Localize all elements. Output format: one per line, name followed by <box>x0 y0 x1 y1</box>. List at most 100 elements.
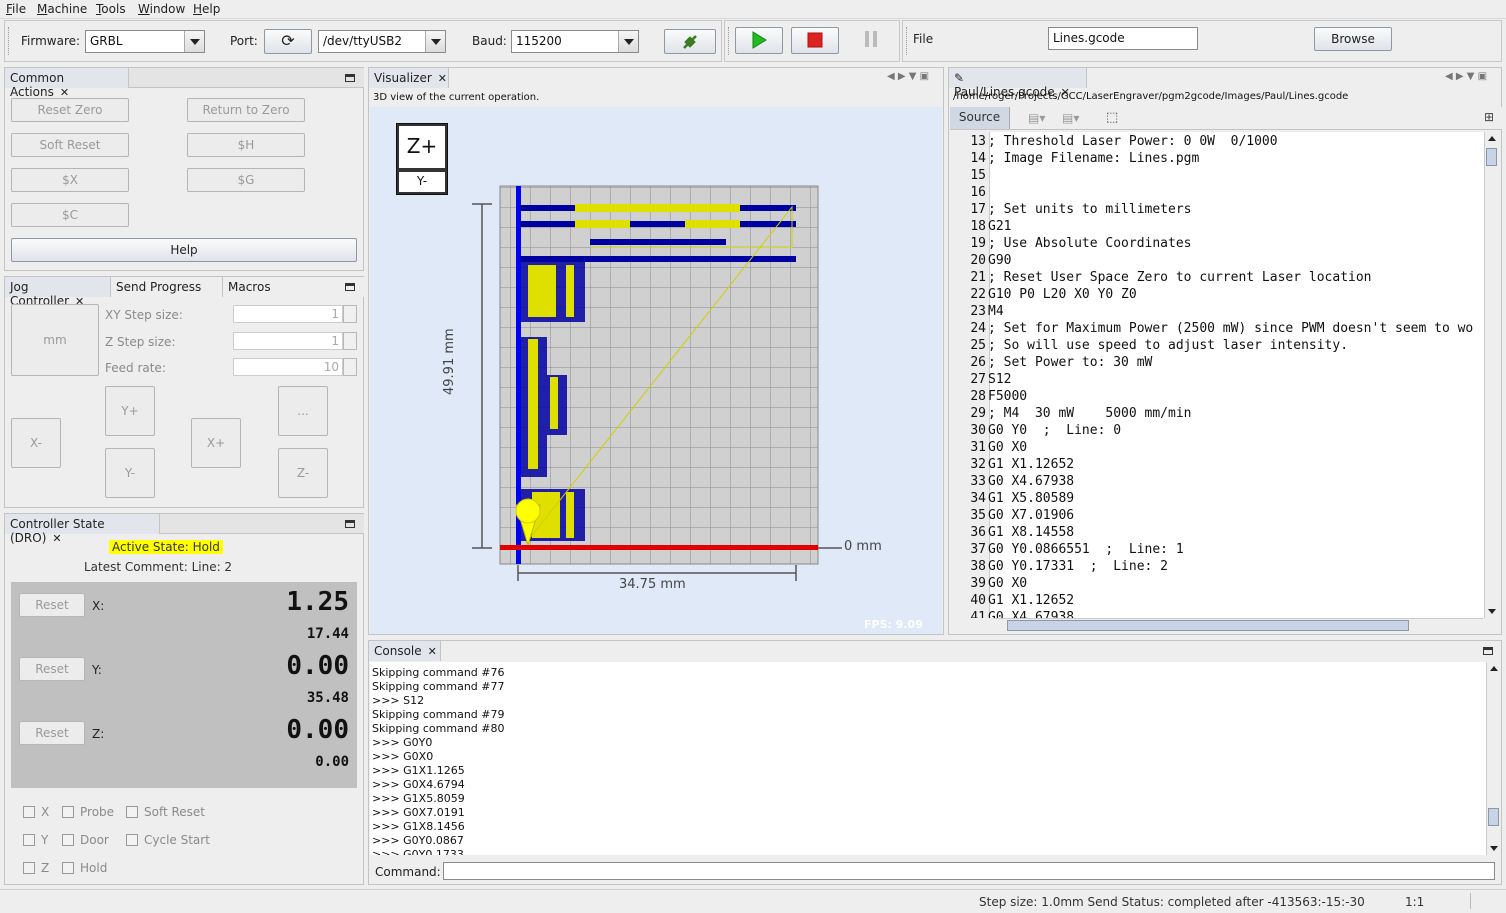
minimize-icon[interactable] <box>345 74 355 82</box>
line-number: 25 <box>970 338 986 353</box>
line-number: 29 <box>970 406 986 421</box>
latest-comment: Latest Comment: Line: 2 <box>84 560 233 574</box>
tab-send-progress[interactable]: Send Progress <box>111 277 223 297</box>
gcode-state-button[interactable]: $G <box>187 168 305 192</box>
homing-button[interactable]: $H <box>187 133 305 157</box>
console-line: Skipping command #79 <box>372 708 505 721</box>
tab-jog-controller[interactable]: Jog Controller ✕ <box>5 277 111 308</box>
stop-button[interactable] <box>791 27 839 54</box>
z-step-spinner[interactable] <box>343 332 357 350</box>
close-icon[interactable]: ✕ <box>52 532 61 545</box>
console-line: >>> G0X4.6794 <box>372 778 465 791</box>
units-toggle-button[interactable]: mm <box>11 304 99 376</box>
line-number: 39 <box>970 576 986 591</box>
tab-gcode-file[interactable]: ✎ Paul/Lines.gcode ✕ <box>949 68 1087 99</box>
browse-button[interactable]: Browse <box>1314 27 1392 51</box>
console-output[interactable]: Skipping command #76 Skipping command #77… <box>370 662 1486 855</box>
play-icon <box>752 31 767 49</box>
editor-horizontal-scrollbar[interactable] <box>993 618 1483 632</box>
help-button[interactable]: Help <box>11 238 357 262</box>
minimize-icon[interactable] <box>345 520 355 528</box>
return-to-zero-button[interactable]: Return to Zero <box>187 98 305 122</box>
dro-readout: Reset X: 1.25 17.44 Reset Y: 0.00 35.48 … <box>11 582 357 788</box>
baud-select[interactable]: 115200 <box>511 30 639 53</box>
line-number: 38 <box>970 559 986 574</box>
history-back-icon[interactable]: ▤▾ <box>1028 111 1045 125</box>
feed-rate-spinner[interactable] <box>343 358 357 376</box>
console-line: Skipping command #80 <box>372 722 505 735</box>
tab-common-actions[interactable]: Common Actions ✕ <box>5 68 129 99</box>
editor-panel: ✎ Paul/Lines.gcode ✕ ◀ ▶ ▼ ▣ /home/roger/… <box>948 67 1502 635</box>
reset-zero-button[interactable]: Reset Zero <box>11 98 129 122</box>
code-line: 32 G1 X1.12652 <box>950 456 1473 473</box>
jog-y-minus-button[interactable]: Y- <box>105 448 155 498</box>
jog-z-minus-button[interactable]: Z- <box>278 448 328 498</box>
command-label: Command: <box>375 865 441 879</box>
connect-button[interactable] <box>664 29 716 54</box>
line-number: 17 <box>970 202 986 217</box>
menu-help[interactable]: Help <box>193 2 220 16</box>
menu-window[interactable]: Window <box>138 2 185 16</box>
editor-vertical-scrollbar[interactable] <box>1484 132 1498 618</box>
filename-field[interactable]: Lines.gcode <box>1048 27 1198 50</box>
pin-probe-checkbox: Probe <box>62 805 114 819</box>
tab-visualizer[interactable]: Visualizer ✕ <box>369 68 449 88</box>
reset-y-button[interactable]: Reset <box>19 657 85 681</box>
select-icon[interactable]: ⬚ <box>1106 110 1118 125</box>
line-text: G0 X4.67938 <box>988 610 1075 618</box>
minimize-icon[interactable] <box>1483 647 1493 655</box>
baud-label: Baud: <box>472 34 507 48</box>
xy-step-input[interactable]: 1 <box>233 305 343 323</box>
feed-rate-input[interactable]: 10 <box>233 358 343 376</box>
code-line: 23 M4 <box>950 303 1473 320</box>
reset-x-button[interactable]: Reset <box>19 593 85 617</box>
jog-y-plus-button[interactable]: Y+ <box>105 386 155 436</box>
panel-nav-icons[interactable]: ◀ ▶ ▼ ▣ <box>1445 71 1487 82</box>
pin-soft-reset-checkbox: Soft Reset <box>126 805 205 819</box>
file-path: /home/roger/Projects/GCC/LaserEngraver/p… <box>953 91 1349 102</box>
menu-machine[interactable]: Machine <box>37 2 87 16</box>
close-icon[interactable]: ✕ <box>428 645 437 658</box>
jog-x-plus-button[interactable]: X+ <box>191 418 241 468</box>
tab-macros[interactable]: Macros <box>223 277 364 297</box>
jog-x-minus-button[interactable]: X- <box>11 418 61 468</box>
menu-tools[interactable]: Tools <box>96 2 126 16</box>
close-icon[interactable]: ✕ <box>438 72 447 85</box>
send-button[interactable] <box>735 27 783 54</box>
soft-reset-button[interactable]: Soft Reset <box>11 133 129 157</box>
common-actions-panel: Common Actions ✕ Reset Zero Return to Zer… <box>4 67 364 271</box>
code-line: 17; Set units to millimeters <box>950 201 1473 218</box>
menu-file[interactable]: File <box>6 2 26 16</box>
unlock-button[interactable]: $X <box>11 168 129 192</box>
refresh-ports-button[interactable]: ⟳ <box>264 29 312 54</box>
reset-z-button[interactable]: Reset <box>19 721 85 745</box>
history-forward-icon[interactable]: ▤▾ <box>1062 111 1079 125</box>
code-line: 20 G90 <box>950 252 1473 269</box>
z-step-input[interactable]: 1 <box>233 332 343 350</box>
console-vertical-scrollbar[interactable] <box>1486 662 1500 855</box>
firmware-select[interactable]: GRBL <box>85 30 205 53</box>
height-dimension-label: 49.91 mm <box>442 328 457 395</box>
line-text: G1 X8.14558 <box>988 525 1075 540</box>
port-select[interactable]: /dev/ttyUSB2 <box>318 30 446 53</box>
minimize-icon[interactable] <box>345 283 355 291</box>
toggle-rectangular-selection-icon[interactable]: ⊞ <box>1484 110 1494 124</box>
source-tab[interactable]: Source <box>950 107 1010 129</box>
command-input[interactable] <box>443 862 1495 880</box>
pause-button[interactable] <box>847 27 895 54</box>
tab-controller-state[interactable]: Controller State (DRO) ✕ <box>5 514 160 545</box>
line-number: 27 <box>970 372 986 387</box>
code-editor[interactable]: 13; Threshold Laser Power: 0 0W 0/1000 14… <box>950 132 1484 618</box>
pin-hold-checkbox: Hold <box>62 861 107 875</box>
visualizer-canvas[interactable]: Z+ Y- 49.91 mm 34.75 mm 0 mm FPS: 9.09 <box>370 107 942 634</box>
jog-z-plus-button[interactable]: ... <box>278 386 328 436</box>
line-text: ; Set for Maximum Power (2500 mW) since … <box>988 321 1474 336</box>
line-number: 26 <box>970 355 986 370</box>
feed-rate-label: Feed rate: <box>105 361 166 375</box>
line-number: 16 <box>970 185 986 200</box>
check-mode-button[interactable]: $C <box>11 203 129 227</box>
xy-step-spinner[interactable] <box>343 305 357 323</box>
panel-nav-icons[interactable]: ◀ ▶ ▼ ▣ <box>887 71 929 82</box>
line-number: 24 <box>970 321 986 336</box>
tab-console[interactable]: Console ✕ <box>369 641 441 661</box>
